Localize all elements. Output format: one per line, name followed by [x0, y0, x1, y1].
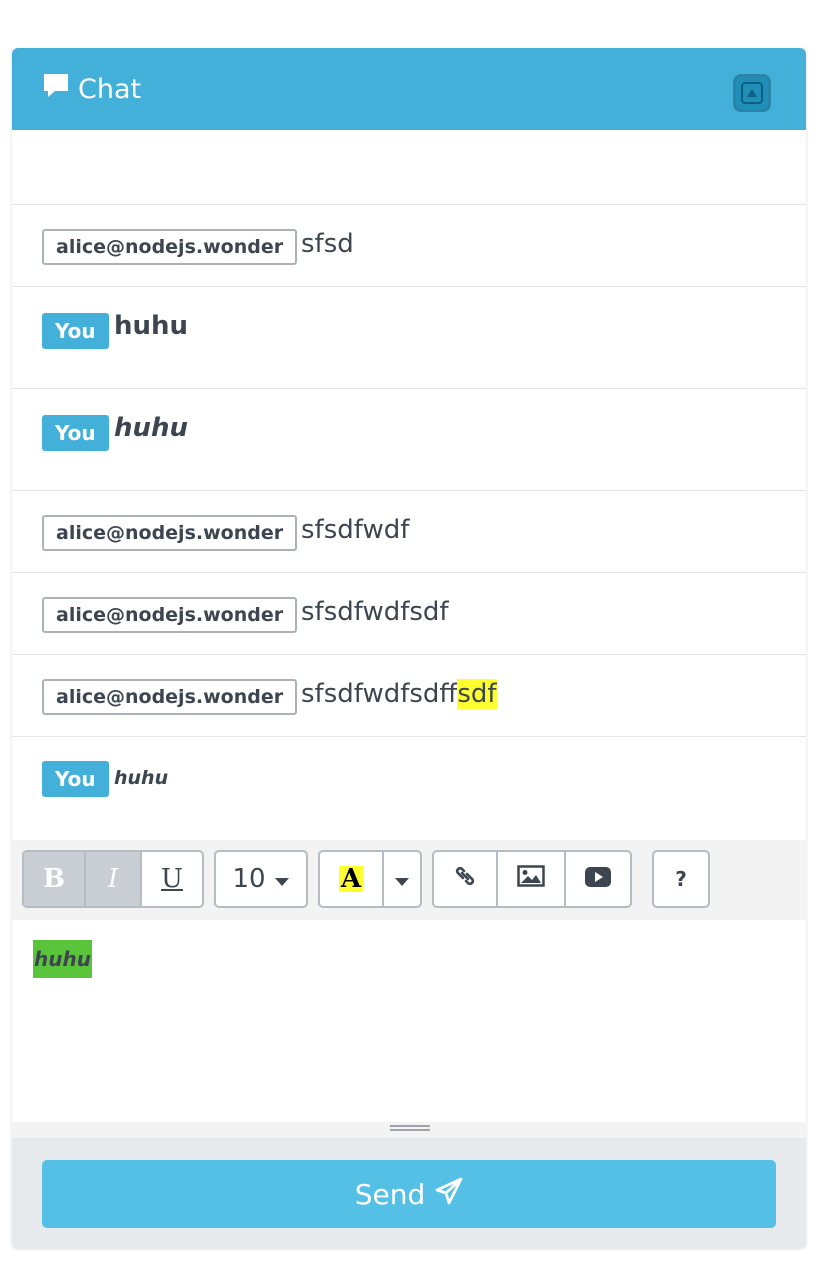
message-item: alice@nodejs.wonder sfsd: [12, 204, 806, 287]
collapse-up-icon: [741, 82, 763, 104]
format-button-group: B I U: [22, 850, 204, 908]
paper-plane-icon: [435, 1177, 463, 1212]
collapse-button[interactable]: [733, 74, 771, 112]
message-author-badge: You: [42, 313, 109, 349]
font-size-value: 10: [232, 864, 266, 894]
font-size-dropdown[interactable]: 10: [214, 850, 308, 908]
font-color-button[interactable]: A: [320, 852, 384, 906]
message-text: huhu: [114, 311, 189, 341]
message-text: huhu: [114, 413, 189, 443]
chat-header: Chat: [12, 48, 806, 130]
insert-video-button[interactable]: [566, 852, 630, 906]
message-editor[interactable]: huhu: [12, 920, 806, 1122]
underline-button[interactable]: U: [142, 852, 202, 906]
message-author-badge: You: [42, 415, 109, 451]
message-author-badge: alice@nodejs.wonder: [42, 515, 298, 551]
editor-resize-handle[interactable]: [12, 1122, 806, 1138]
message-item: You huhu: [12, 736, 806, 841]
editor-toolbar: B I U 10 A ?: [12, 840, 806, 920]
message-author-badge: You: [42, 761, 109, 797]
message-text: sfsdfwdf: [301, 515, 410, 545]
message-text: sfsdfwdfsdffsdf: [301, 679, 497, 709]
message-author-badge: alice@nodejs.wonder: [42, 597, 298, 633]
message-list-spacer: [12, 130, 806, 204]
caret-down-icon: [274, 864, 290, 894]
image-icon: [517, 864, 545, 894]
italic-button[interactable]: I: [86, 852, 142, 906]
message-text: sfsdfwdfsdf: [301, 597, 449, 627]
chat-bubble-icon: [42, 73, 70, 106]
send-button-label: Send: [354, 1177, 426, 1211]
video-icon: [585, 864, 611, 894]
chat-panel: Chat alice@nodejs.wonder sfsd You huhu Y…: [12, 48, 806, 1248]
message-item: You huhu: [12, 286, 806, 389]
message-item: alice@nodejs.wonder sfsdfwdfsdffsdf: [12, 654, 806, 737]
message-text: sfsd: [301, 229, 354, 259]
caret-down-icon: [394, 864, 410, 894]
font-color-group: A: [318, 850, 422, 908]
insert-button-group: [432, 850, 632, 908]
grip-icon: [390, 1125, 430, 1133]
font-size-button[interactable]: 10: [216, 852, 306, 906]
editor-content: huhu: [33, 940, 92, 978]
message-author-badge: alice@nodejs.wonder: [42, 679, 298, 715]
chat-title: Chat: [42, 72, 141, 106]
link-icon: [453, 864, 477, 895]
chat-title-label: Chat: [78, 73, 142, 105]
message-text-plain: sfsdfwdfsdf: [301, 679, 458, 709]
chat-footer: Send: [12, 1138, 806, 1248]
bold-button[interactable]: B: [24, 852, 86, 906]
insert-link-button[interactable]: [434, 852, 498, 906]
send-button[interactable]: Send: [42, 1160, 776, 1228]
message-item: alice@nodejs.wonder sfsdfwdf: [12, 490, 806, 573]
font-color-dropdown[interactable]: [384, 852, 420, 906]
font-color-label: A: [338, 864, 364, 894]
message-item: You huhu: [12, 388, 806, 491]
help-button-group: ?: [652, 850, 710, 908]
insert-image-button[interactable]: [498, 852, 566, 906]
help-button[interactable]: ?: [654, 852, 708, 906]
message-author-badge: alice@nodejs.wonder: [42, 229, 298, 265]
message-text: huhu: [114, 767, 169, 789]
message-item: alice@nodejs.wonder sfsdfwdfsdf: [12, 572, 806, 655]
message-text-highlight: fsdf: [457, 679, 497, 709]
